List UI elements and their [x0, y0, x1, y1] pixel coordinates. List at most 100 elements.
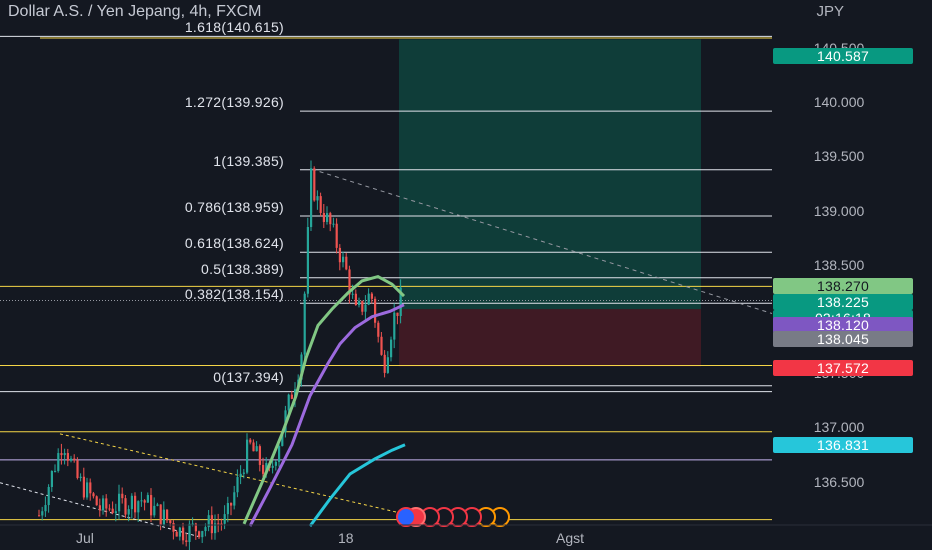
moving-averages: [242, 274, 406, 527]
candle-body: [76, 460, 79, 478]
candle-body: [153, 505, 156, 516]
candle-body: [210, 515, 213, 534]
candle-body: [290, 394, 293, 399]
candlesticks: [38, 160, 402, 550]
candle-body: [220, 523, 223, 525]
price-tag: 136.831: [773, 437, 913, 453]
candle-body: [121, 493, 124, 499]
candle-body: [137, 501, 140, 513]
candle-body: [185, 540, 188, 542]
price-tag: 138.225: [773, 294, 913, 310]
candle-body: [204, 527, 207, 532]
candle-body: [278, 445, 281, 462]
candle-body: [380, 336, 383, 355]
candle-body: [162, 509, 165, 525]
fib-label: 0(137.394): [213, 368, 284, 385]
candle-body: [374, 298, 377, 323]
fib-label: 0.618(138.624): [184, 235, 284, 252]
candle-body: [262, 464, 265, 474]
candle-body: [271, 465, 274, 468]
candle-body: [342, 256, 345, 263]
price-axis-label: 138.500: [813, 256, 865, 273]
price-tag: 138.270: [773, 278, 913, 294]
x-label-agst: Agst: [556, 530, 585, 546]
candle-body: [351, 293, 354, 295]
candle-body: [329, 213, 332, 225]
price-axis-label: 140.000: [813, 94, 865, 111]
candle-body: [188, 523, 191, 542]
currency-label: JPY: [816, 3, 844, 20]
candle-body: [92, 493, 95, 497]
price-axis-label: 139.500: [813, 148, 865, 165]
symbol-title[interactable]: Dollar A.S. / Yen Jepang, 4h, FXCM: [8, 3, 261, 21]
candle-body: [255, 446, 258, 452]
candle-body: [252, 442, 255, 452]
candle-body: [98, 505, 101, 511]
candle-body: [377, 322, 380, 337]
candle-body: [226, 503, 229, 515]
candle-body: [156, 504, 159, 506]
candle-body: [332, 223, 335, 225]
price-tag: 137.572: [773, 360, 913, 376]
candle-body: [393, 312, 396, 340]
candle-body: [124, 498, 127, 515]
candle-body: [150, 495, 153, 516]
candle-body: [73, 458, 76, 461]
fib-label: 1.272(139.926): [184, 94, 284, 111]
candle-body: [178, 527, 181, 537]
stop-zone: [399, 309, 701, 367]
candle-body: [134, 495, 137, 513]
candle-body: [191, 523, 194, 525]
candle-body: [130, 495, 133, 510]
fib-label: 0.786(138.959): [184, 198, 284, 215]
candle-body: [105, 498, 108, 509]
candle-body: [246, 439, 249, 473]
candle-body: [390, 339, 393, 358]
candle-body: [306, 227, 309, 294]
candle-body: [41, 511, 44, 516]
long-position-tool[interactable]: [399, 39, 701, 367]
candle-body: [38, 515, 41, 517]
candle-body: [66, 453, 69, 461]
candle-body: [169, 520, 172, 524]
candle-body: [396, 312, 399, 317]
candle-body: [198, 531, 201, 538]
candle-body: [57, 453, 60, 471]
candle-body: [172, 523, 175, 532]
candle-body: [118, 493, 121, 512]
candle-body: [236, 477, 239, 493]
candle-body: [249, 439, 252, 443]
fib-label: 0.5(138.389): [201, 260, 284, 277]
profit-zone: [399, 39, 701, 310]
candle-body: [338, 247, 341, 263]
candle-body: [114, 511, 117, 513]
candle-body: [111, 508, 114, 513]
x-label-18: 18: [338, 530, 354, 546]
candle-body: [316, 196, 319, 201]
candle-body: [322, 212, 325, 222]
fib-label: 1(139.385): [213, 152, 284, 169]
candle-body: [60, 453, 63, 456]
price-tag: 140.587: [773, 48, 913, 64]
candle-body: [370, 293, 373, 299]
candle-body: [345, 256, 348, 270]
fib-label: 0.382(138.154): [184, 286, 284, 303]
candle-body: [54, 470, 57, 472]
candle-body: [79, 476, 82, 478]
candle-body: [383, 354, 386, 373]
candle-body: [143, 500, 146, 503]
candle-body: [86, 482, 89, 498]
candle-body: [70, 458, 73, 461]
candle-body: [127, 509, 130, 515]
candle-body: [102, 498, 105, 511]
price-axis-label: 137.000: [813, 419, 865, 436]
candle-body: [47, 486, 50, 506]
candle-body: [287, 394, 290, 411]
candle-body: [233, 492, 236, 506]
x-label-jul: Jul: [76, 530, 94, 546]
candle-body: [182, 527, 185, 541]
event-icons[interactable]: [396, 507, 510, 527]
us-flag-icon: [396, 507, 416, 527]
candle-body: [361, 300, 364, 312]
candle-body: [367, 293, 370, 305]
